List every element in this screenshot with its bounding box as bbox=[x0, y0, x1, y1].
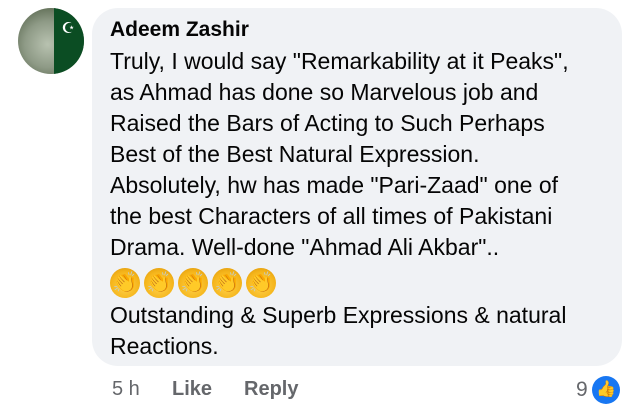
comment-text-line: Truly, I would say "Remarkability at it … bbox=[110, 48, 569, 74]
comment-bubble: Adeem Zashir Truly, I would say "Remarka… bbox=[92, 8, 622, 366]
clapping-hands-icon: 👏 bbox=[110, 268, 140, 298]
comment-text-line: Outstanding & Superb Expressions & natur… bbox=[110, 302, 567, 328]
comment-text-line: the best Characters of all times of Paki… bbox=[110, 203, 553, 229]
timestamp[interactable]: 5 h bbox=[112, 378, 140, 401]
comment-text-line: Best of the Best Natural Expression. bbox=[110, 141, 480, 167]
comment-text-line: Drama. Well-done "Ahmad Ali Akbar".. bbox=[110, 234, 500, 260]
comment-author[interactable]: Adeem Zashir bbox=[110, 18, 249, 42]
comment-text-line: as Ahmad has done so Marvelous job and bbox=[110, 79, 539, 105]
avatar[interactable]: ☪ bbox=[18, 8, 84, 74]
clapping-hands-icon: 👏 bbox=[212, 268, 242, 298]
emoji-row: 👏 👏 👏 👏 👏 bbox=[110, 268, 276, 298]
reply-button[interactable]: Reply bbox=[244, 378, 298, 401]
clapping-hands-icon: 👏 bbox=[246, 268, 276, 298]
reaction-count: 9 bbox=[576, 378, 588, 401]
flag-band bbox=[54, 8, 84, 74]
like-button[interactable]: Like bbox=[172, 378, 212, 401]
comment-text-line: Reactions. bbox=[110, 333, 219, 359]
clapping-hands-icon: 👏 bbox=[178, 268, 208, 298]
clapping-hands-icon: 👏 bbox=[144, 268, 174, 298]
comment-text-line: Absolutely, hw has made "Pari-Zaad" one … bbox=[110, 172, 559, 198]
comment-text-line: Raised the Bars of Acting to Such Perhap… bbox=[110, 110, 545, 136]
crescent-star-icon: ☪ bbox=[61, 20, 75, 37]
thumbs-up-icon: 👍 bbox=[592, 376, 620, 404]
